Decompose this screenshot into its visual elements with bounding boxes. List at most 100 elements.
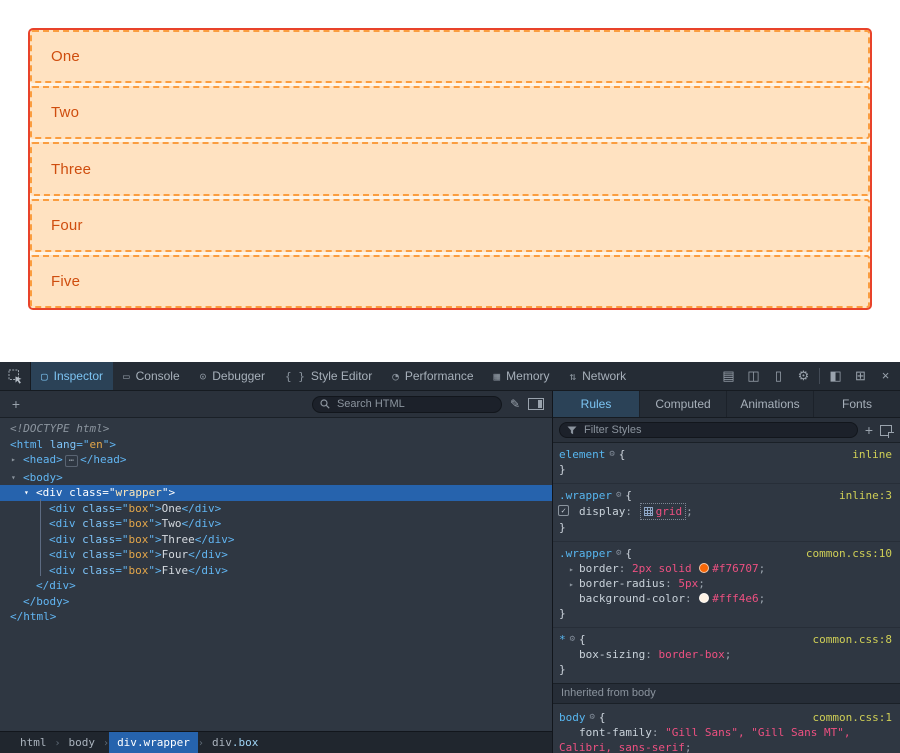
stylesheet-link[interactable]: common.css:1 (805, 710, 892, 725)
markup-line[interactable]: ▸<head>⋯</head> (0, 452, 552, 470)
breadcrumb-item-body[interactable]: body (61, 732, 104, 753)
rule-selector-line[interactable]: .wrapper ⚙ { common.css:10 (553, 546, 900, 561)
breadcrumb-item-div.wrapper[interactable]: div.wrapper (109, 732, 198, 753)
grid-highlighter-toggle[interactable]: grid (640, 503, 687, 520)
declaration[interactable]: ▸border: 2px solid #f76707; (553, 561, 900, 576)
tab-label: Network (582, 369, 626, 383)
markup-line[interactable]: <html lang="en"> (0, 437, 552, 453)
pseudo-class-panel-icon[interactable] (880, 425, 892, 436)
breadcrumb: html›body›div.wrapper›div.box (0, 731, 552, 753)
markup-line[interactable]: </body> (0, 594, 552, 610)
property-value: #f76707 (712, 562, 758, 575)
filter-styles-box[interactable] (559, 422, 858, 438)
markup-line[interactable]: <div class="box">One</div> (0, 501, 552, 517)
device-icon[interactable]: ▯ (766, 362, 791, 390)
stylesheet-link[interactable]: common.css:8 (805, 632, 892, 647)
dock-bottom-icon[interactable]: ◧ (823, 362, 848, 390)
markup-line[interactable]: <div class="box">Two</div> (0, 516, 552, 532)
markup-line[interactable]: </div> (0, 578, 552, 594)
element-picker-button[interactable] (0, 362, 31, 390)
breadcrumb-tag: html (20, 736, 47, 749)
rule-gear-icon[interactable]: ⚙ (616, 546, 621, 561)
style-editor-icon: { } (285, 370, 305, 383)
declaration[interactable]: box-sizing: border-box; (553, 647, 900, 662)
tag-punctuation: > (56, 471, 63, 484)
stylesheet-link[interactable]: common.css:10 (798, 546, 892, 561)
rule-gear-icon[interactable]: ⚙ (570, 632, 575, 647)
tab-debugger[interactable]: ⊙Debugger (190, 362, 275, 390)
expand-property-icon[interactable]: ▸ (569, 577, 574, 592)
sidebar-tab-computed[interactable]: Computed (640, 391, 727, 417)
markup-line-selected[interactable]: ▾<div class="wrapper"> (0, 485, 552, 501)
twisty-icon[interactable]: ▸ (11, 452, 16, 468)
sidebar-tab-rules[interactable]: Rules (553, 391, 640, 417)
responsive-design-icon[interactable]: ◫ (741, 362, 766, 390)
tab-memory[interactable]: ▦Memory (484, 362, 560, 390)
tab-network[interactable]: ⇅Network (560, 362, 637, 390)
breadcrumb-item-html[interactable]: html (12, 732, 55, 753)
sidebar-tab-fonts[interactable]: Fonts (814, 391, 900, 417)
rule-selector-line[interactable]: body⚙{common.css:1 (553, 710, 900, 725)
markup-line[interactable]: ▾<body> (0, 470, 552, 486)
three-pane-toggle-icon[interactable] (528, 398, 544, 410)
declaration-checkbox[interactable]: ✓ (558, 505, 569, 516)
add-node-icon[interactable]: + (8, 396, 24, 412)
close-brace: } (553, 462, 900, 477)
declaration[interactable]: font-family: "Gill Sans", "Gill Sans MT"… (553, 725, 900, 753)
twisty-icon[interactable]: ▾ (24, 485, 29, 501)
rule-gear-icon[interactable]: ⚙ (616, 488, 621, 503)
rule-selector-line[interactable]: *⚙{common.css:8 (553, 632, 900, 647)
search-html-input[interactable] (335, 397, 494, 411)
markup-line[interactable]: <div class="box">Four</div> (0, 547, 552, 563)
grid-icon[interactable] (644, 505, 656, 518)
tab-performance[interactable]: ◔Performance (382, 362, 483, 390)
colon: : (685, 592, 698, 605)
breadcrumb-item-div.box[interactable]: div.box (204, 732, 266, 753)
eyedropper-icon[interactable]: ✎ (510, 397, 520, 411)
dock-window-icon[interactable]: ⊞ (848, 362, 873, 390)
stylesheet-link[interactable]: inline:3 (831, 488, 892, 503)
rule-selector-line[interactable]: element ⚙ { inline (553, 447, 900, 462)
twisty-icon[interactable]: ▾ (11, 470, 16, 486)
grid-box: Three (30, 142, 870, 195)
rule-selector[interactable]: .wrapper (559, 488, 612, 503)
rule-gear-icon[interactable]: ⚙ (590, 710, 595, 725)
rule-selector[interactable]: .wrapper (559, 546, 612, 561)
sidebar-tab-animations[interactable]: Animations (727, 391, 814, 417)
open-brace: { (619, 447, 626, 462)
rule-selector[interactable]: element (559, 447, 605, 462)
markup-line[interactable]: <div class="box">Three</div> (0, 532, 552, 548)
declaration[interactable]: background-color: #fff4e6; (553, 591, 900, 606)
tag-punctuation: =" (115, 502, 128, 515)
close-icon[interactable]: × (873, 362, 898, 390)
semicolon: ; (685, 741, 692, 753)
markup-line[interactable]: <!DOCTYPE html> (0, 421, 552, 437)
markup-line[interactable]: </html> (0, 609, 552, 625)
rule-selector[interactable]: body (559, 710, 586, 725)
tab-inspector[interactable]: ▢Inspector (31, 362, 113, 390)
rule-gear-icon[interactable]: ⚙ (609, 447, 614, 462)
iframe-picker-icon[interactable]: ▤ (716, 362, 741, 390)
tag-punctuation: > (56, 453, 63, 466)
devtools-right-icons: ▤◫▯⚙◧⊞× (716, 362, 900, 390)
property-name: box-sizing (579, 648, 645, 661)
breadcrumb-class: .wrapper (137, 736, 190, 749)
add-rule-icon[interactable]: + (865, 422, 873, 438)
markup-line[interactable]: <div class="box">Five</div> (0, 563, 552, 579)
open-brace: { (625, 546, 632, 561)
tab-console[interactable]: ▭Console (113, 362, 190, 390)
stylesheet-link[interactable]: inline (844, 447, 892, 462)
expand-property-icon[interactable]: ▸ (569, 562, 574, 577)
filter-styles-input[interactable] (582, 423, 850, 437)
rule-selector[interactable]: * (559, 632, 566, 647)
color-swatch[interactable] (699, 593, 709, 603)
color-swatch[interactable] (699, 563, 709, 573)
tag-punctuation: > (221, 548, 228, 561)
declaration[interactable]: ▸border-radius: 5px; (553, 576, 900, 591)
declaration[interactable]: ✓display: grid; (553, 503, 900, 520)
rule-selector-line[interactable]: .wrapper⚙{inline:3 (553, 488, 900, 503)
search-html-box[interactable] (312, 396, 502, 413)
property-value: grid (656, 505, 683, 518)
tab-style-editor[interactable]: { }Style Editor (275, 362, 382, 390)
settings-icon[interactable]: ⚙ (791, 362, 816, 390)
